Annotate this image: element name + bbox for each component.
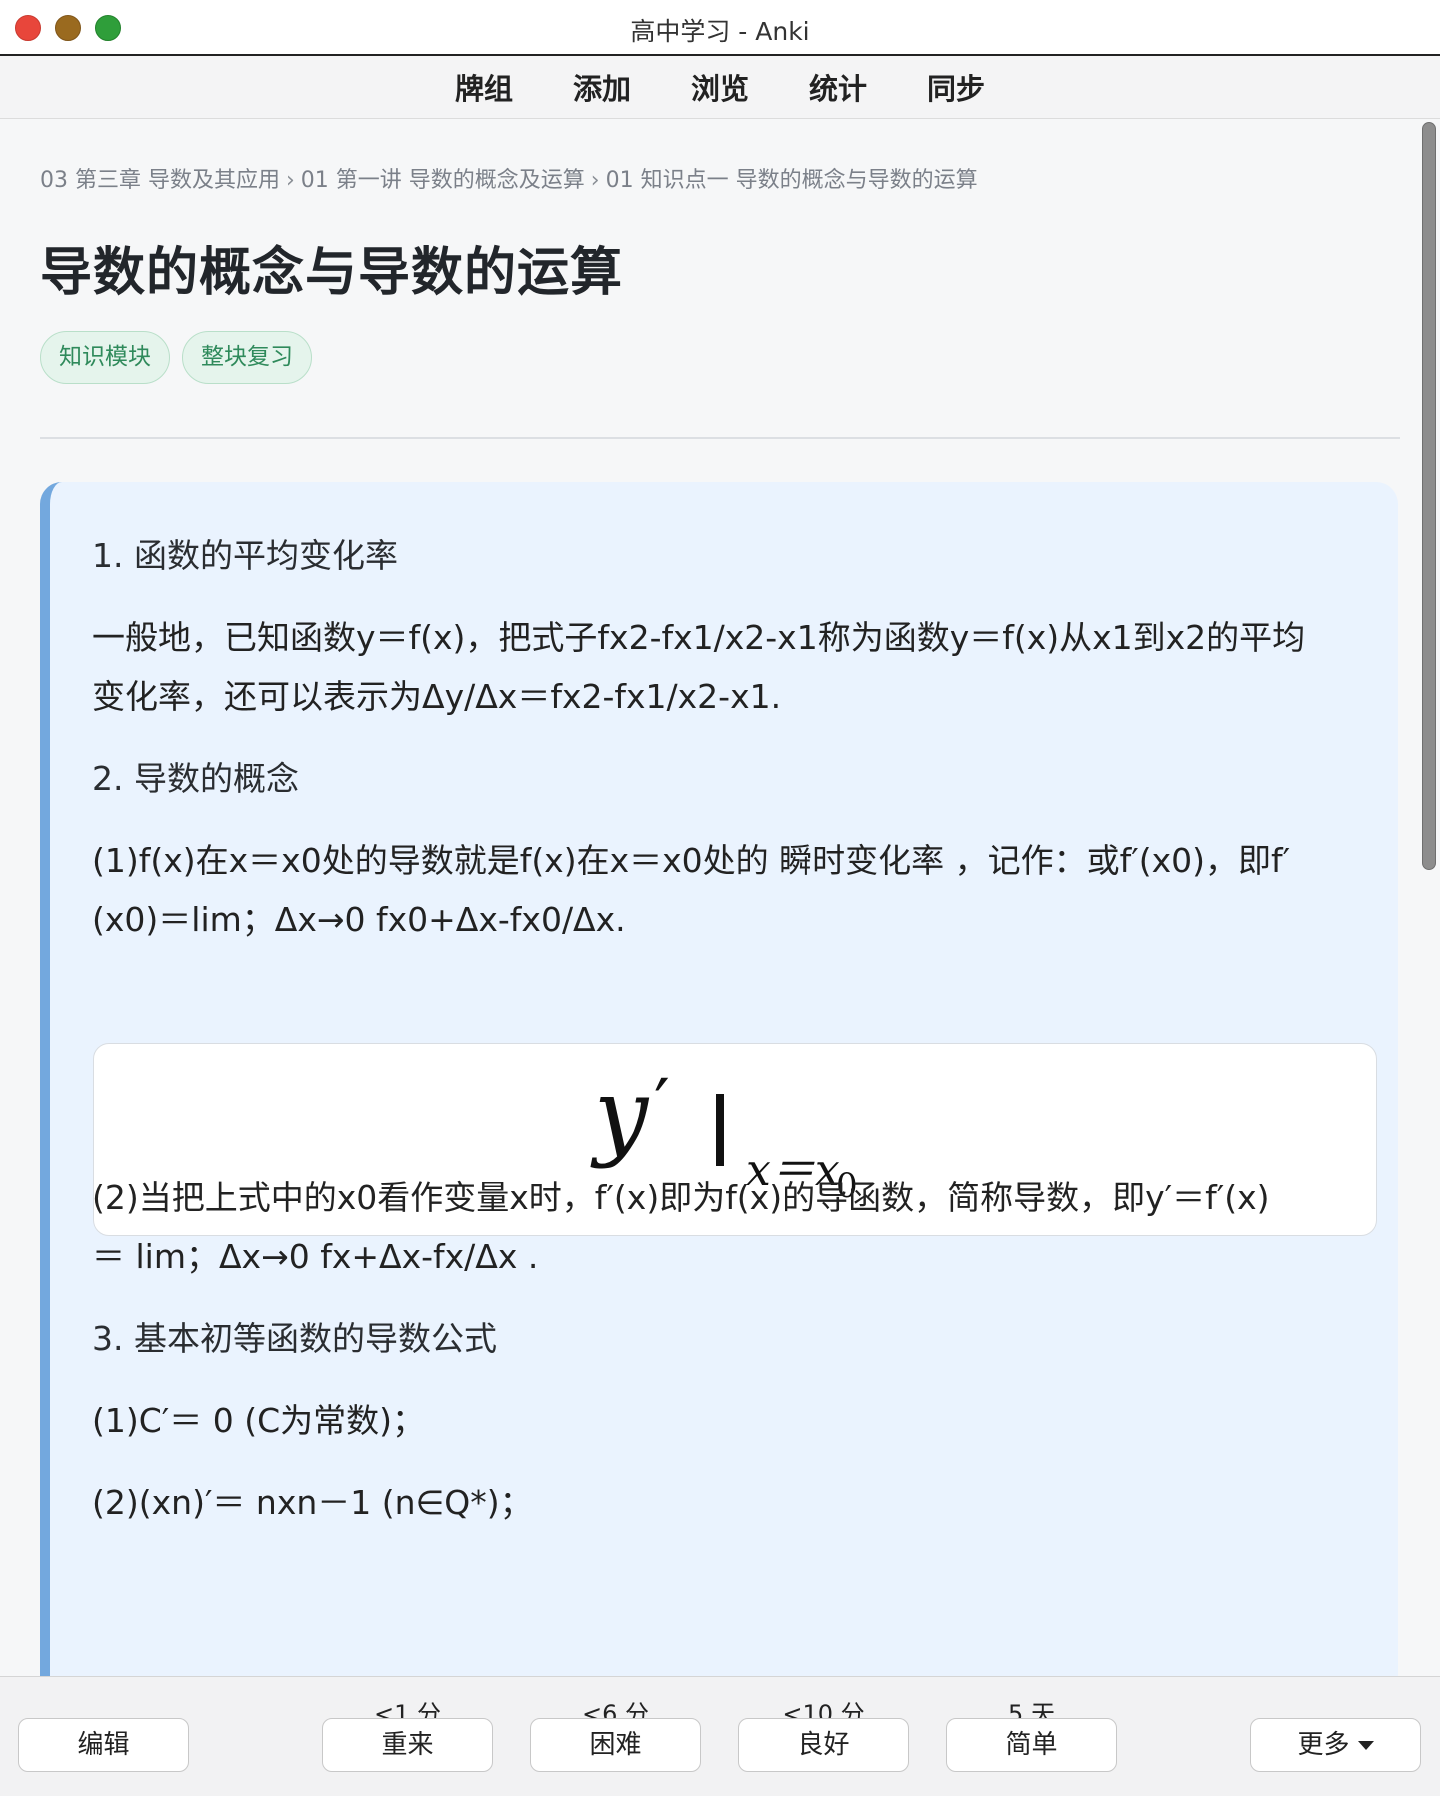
section-heading: 1. 函数的平均变化率 <box>92 536 398 575</box>
easy-button[interactable]: 简单 <box>946 1718 1117 1772</box>
paragraph-line: (1)C′＝ 0 (C为常数)； <box>92 1401 426 1440</box>
more-button-label: 更多 <box>1297 1730 1350 1760</box>
paragraph-line: (2)(xn)′＝ nxn－1 (n∈Q*)； <box>92 1483 533 1522</box>
breadcrumb-separator: › <box>285 168 295 193</box>
card-title: 导数的概念与导数的运算 <box>40 243 624 303</box>
paragraph-line: 变化率，还可以表示为Δy/Δx＝fx2-fx1/x2-x1. <box>92 677 782 716</box>
title-bar: 高中学习 - Anki <box>0 0 1440 56</box>
card-view[interactable]: 03 第三章 导数及其应用 › 01 第一讲 导数的概念及运算 › 01 知识点一 导数… <box>0 120 1420 1676</box>
breadcrumb-item: 01 知识点一 导数的概念与导数的运算 <box>605 168 978 193</box>
top-toolbar: 牌组 添加 浏览 统计 同步 <box>0 56 1440 119</box>
breadcrumb: 03 第三章 导数及其应用 › 01 第一讲 导数的概念及运算 › 01 知识点一 导数… <box>40 162 978 194</box>
nav-add[interactable]: 添加 <box>571 66 633 108</box>
breadcrumb-item: 01 第一讲 导数的概念及运算 <box>300 168 585 193</box>
window-title: 高中学习 - Anki <box>630 17 810 46</box>
nav-sync[interactable]: 同步 <box>925 66 987 108</box>
formula-evaluation-bar <box>716 1094 724 1166</box>
breadcrumb-separator: › <box>590 168 600 193</box>
edit-button[interactable]: 编辑 <box>18 1718 189 1772</box>
more-button[interactable]: 更多 <box>1250 1718 1421 1772</box>
paragraph-line: ＝ lim；Δx→0 fx+Δx-fx/Δx . <box>92 1237 539 1276</box>
formula-prime: ′ <box>654 1064 670 1146</box>
hard-button[interactable]: 困难 <box>530 1718 701 1772</box>
note-content-box: 1. 函数的平均变化率 一般地，已知函数y＝f(x)，把式子fx2-fx1/x2… <box>40 482 1398 1676</box>
breadcrumb-item: 03 第三章 导数及其应用 <box>40 168 280 193</box>
tag-list: 知识模块 整块复习 <box>40 331 312 384</box>
nav-stats[interactable]: 统计 <box>807 66 869 108</box>
chevron-down-icon <box>1357 1741 1374 1750</box>
paragraph-line: (1)f(x)在x＝x0处的导数就是f(x)在x＝x0处的 瞬时变化率 ，记作：… <box>92 841 1291 880</box>
nav-decks[interactable]: 牌组 <box>453 66 515 108</box>
formula-y: y <box>594 1058 649 1170</box>
tag-block-review[interactable]: 整块复习 <box>182 331 312 384</box>
paragraph-line: (x0)＝lim；Δx→0 fx0+Δx-fx0/Δx. <box>92 900 626 939</box>
vertical-scrollbar[interactable] <box>1422 122 1436 870</box>
divider <box>40 437 1400 439</box>
paragraph-line: (2)当把上式中的x0看作变量x时，f′(x)即为f(x)的导函数，简称导数，即… <box>92 1178 1270 1217</box>
paragraph-line: 一般地，已知函数y＝f(x)，把式子fx2-fx1/x2-x1称为函数y＝f(x… <box>92 618 1306 657</box>
section-heading: 2. 导数的概念 <box>92 759 299 798</box>
section-heading: 3. 基本初等函数的导数公式 <box>92 1319 497 1358</box>
nav-browse[interactable]: 浏览 <box>689 66 751 108</box>
tag-knowledge-module[interactable]: 知识模块 <box>40 331 170 384</box>
good-button[interactable]: 良好 <box>738 1718 909 1772</box>
answer-bar: 编辑 <1 分 重来 <6 分 困难 <10 分 良好 5 天 简单 更多 <box>0 1676 1440 1796</box>
again-button[interactable]: 重来 <box>322 1718 493 1772</box>
